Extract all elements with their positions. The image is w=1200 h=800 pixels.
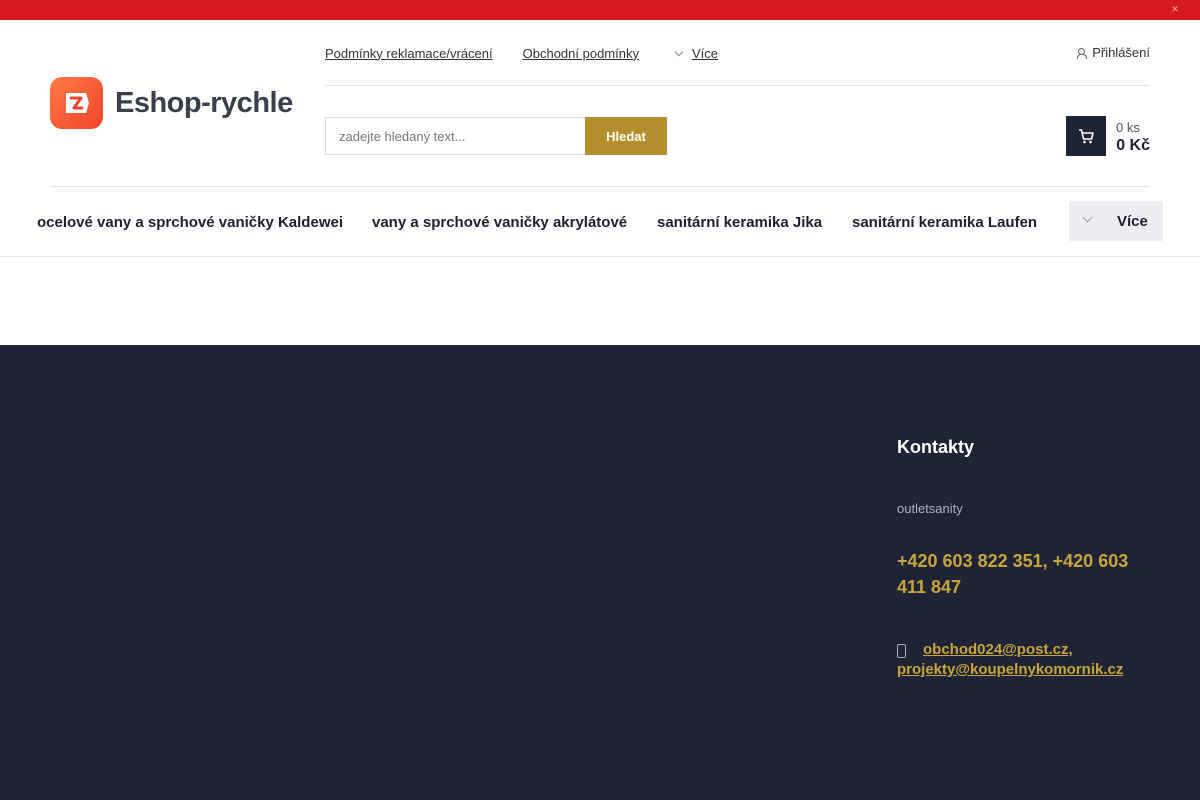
cart-quantity: 0 ks [1116,120,1140,135]
search-input[interactable] [325,117,586,155]
footer-contacts: Kontakty outletsanity +420 603 822 351, … [897,437,1167,680]
envelope-icon [897,644,906,658]
nav-item-acrylic[interactable]: vany a sprchové vaničky akrylátové [372,214,627,231]
cart-widget[interactable]: 0 ks 0 Kč [1066,116,1150,156]
logo[interactable]: Eshop-rychle [50,77,293,129]
nav-more-label: Více [1117,213,1148,230]
top-more-label: Více [691,45,718,61]
phone-numbers[interactable]: +420 603 822 351, +420 603 411 847 [897,548,1137,600]
tag-icon [50,77,103,129]
nav-more-button[interactable]: Více [1069,201,1163,241]
email-contacts: obchod024@post.cz, projekty@koupelnykomo… [897,640,1167,680]
divider [0,256,1200,257]
cart-price: 0 Kč [1116,137,1150,154]
footer: Kontakty outletsanity +420 603 822 351, … [0,345,1200,800]
top-announcement-bar: ✕ [0,0,1200,20]
main-navigation: ocelové vany a sprchové vaničky Kaldewei… [0,187,1200,256]
login-label: Přihlášení [1092,45,1150,60]
email-link-projekty[interactable]: projekty@koupelnykomornik.cz [897,661,1123,678]
link-complaint-terms[interactable]: Podmínky reklamace/vrácení [325,46,493,61]
logo-text: Eshop-rychle [115,86,293,119]
search-button[interactable]: Hledat [585,117,667,155]
nav-item-kaldewei[interactable]: ocelové vany a sprchové vaničky Kaldewei [37,214,343,231]
top-links: Podmínky reklamace/vrácení Obchodní podm… [325,45,718,61]
chevron-down-icon [1082,212,1093,223]
top-more-dropdown[interactable]: Více [674,45,718,61]
link-business-terms[interactable]: Obchodní podmínky [523,46,639,61]
cart-icon [1066,116,1106,156]
user-icon [1077,47,1088,59]
contacts-title: Kontakty [897,437,975,457]
nav-item-jika[interactable]: sanitární keramika Jika [657,214,822,231]
close-icon[interactable]: ✕ [1170,3,1180,15]
nav-item-laufen[interactable]: sanitární keramika Laufen [852,214,1037,231]
email-link-obchod[interactable]: obchod024@post.cz, [923,641,1073,658]
login-link[interactable]: Přihlášení [1077,45,1150,60]
divider [325,85,1150,86]
chevron-down-icon [674,47,684,56]
company-name: outletsanity [897,501,963,516]
